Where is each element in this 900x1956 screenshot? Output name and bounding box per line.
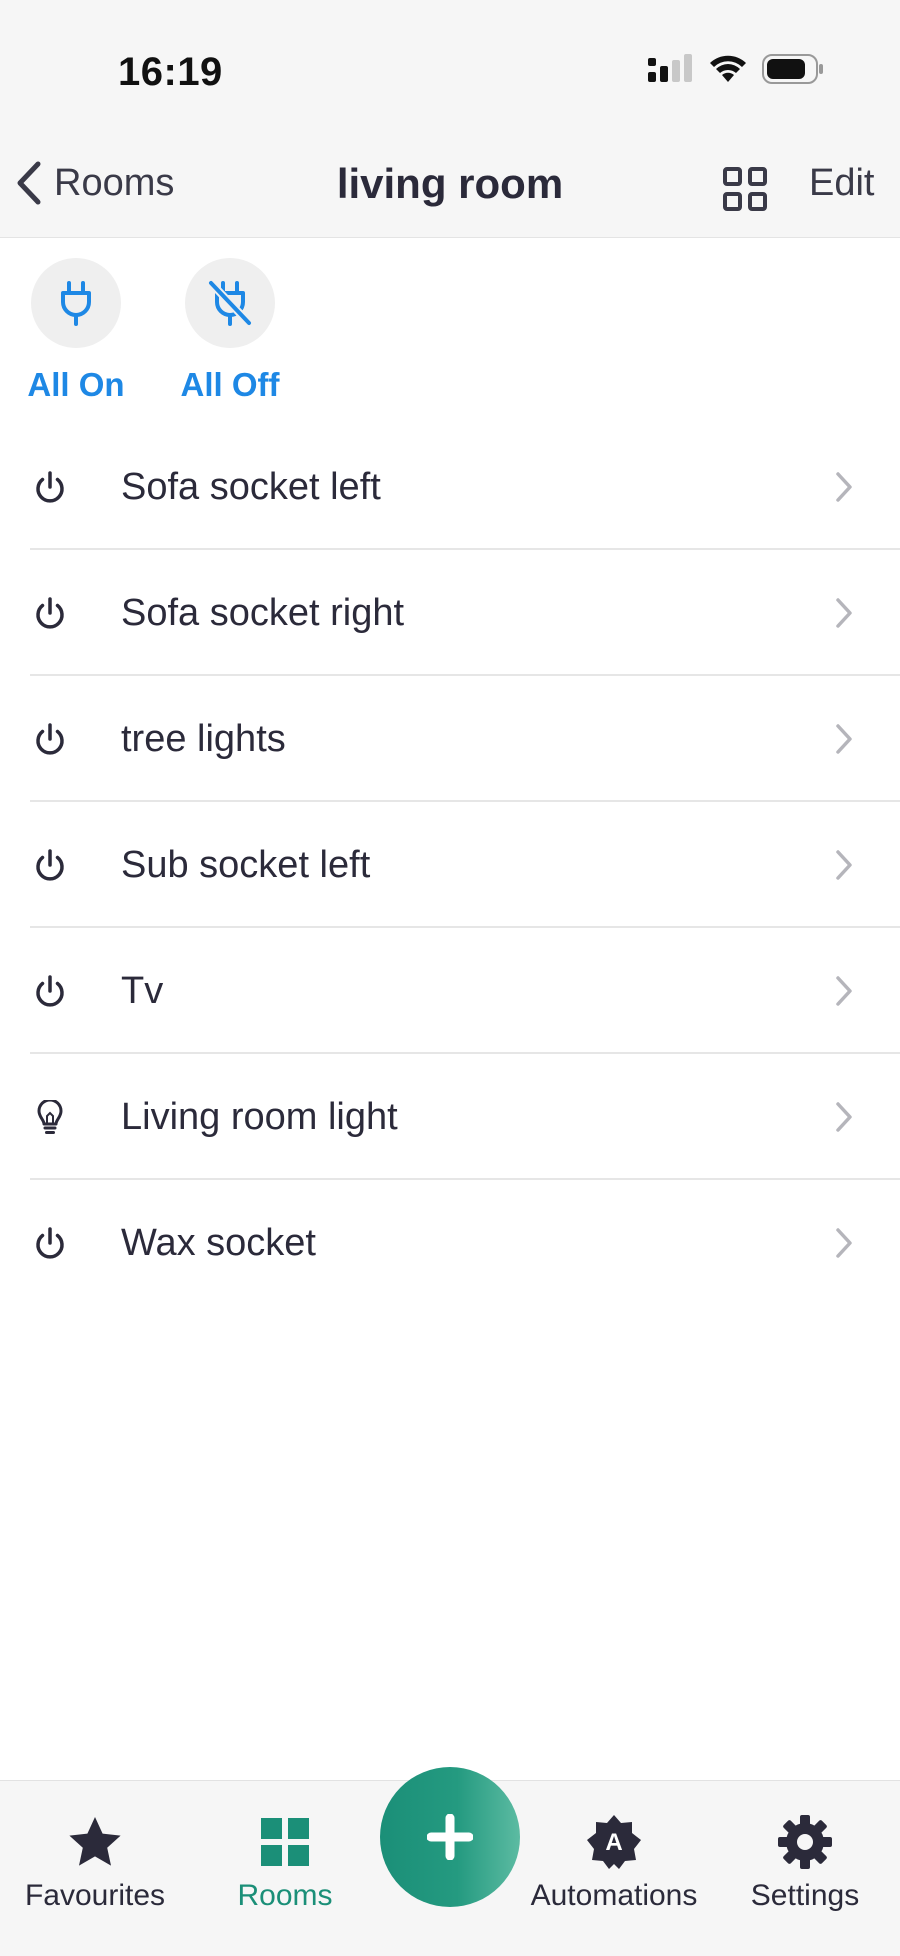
chevron-left-icon [17, 161, 41, 205]
back-label: Rooms [54, 161, 175, 204]
chevron-right-icon [836, 598, 852, 628]
gear-icon [778, 1815, 832, 1869]
battery-icon [762, 54, 823, 84]
tab-label: Favourites [24, 1879, 166, 1912]
device-row[interactable]: Tv [0, 928, 900, 1054]
plus-icon [427, 1814, 473, 1860]
all-on-label: All On [27, 366, 125, 403]
power-icon [36, 597, 64, 629]
tab-label: Automations [530, 1879, 698, 1912]
all-off-circle [185, 258, 275, 348]
chevron-right-icon [836, 1102, 852, 1132]
device-row[interactable]: Sofa socket right [0, 550, 900, 676]
automations-icon: A [587, 1815, 641, 1869]
grid-view-icon [723, 167, 767, 211]
plug-icon [61, 281, 91, 326]
power-icon [36, 849, 64, 881]
device-name: Wax socket [121, 1221, 316, 1264]
wifi-icon [710, 55, 746, 82]
status-time: 16:19 [118, 50, 223, 94]
status-icons [648, 54, 824, 84]
tab-automations[interactable]: A Automations [528, 1781, 700, 1956]
grid-view-button[interactable] [722, 166, 768, 217]
add-button[interactable] [380, 1767, 520, 1907]
power-icon [36, 723, 64, 755]
tab-rooms[interactable]: Rooms [220, 1781, 350, 1956]
power-icon [36, 1227, 64, 1259]
device-name: Sub socket left [121, 843, 371, 886]
status-bar: 16:19 [0, 0, 900, 120]
device-row[interactable]: Wax socket [0, 1180, 900, 1306]
tab-settings[interactable]: Settings [740, 1781, 870, 1956]
chevron-right-icon [836, 850, 852, 880]
chevron-right-icon [836, 976, 852, 1006]
device-name: Sofa socket right [121, 591, 405, 634]
tab-label: Settings [750, 1879, 860, 1912]
chevron-right-icon [836, 472, 852, 502]
power-icon [36, 975, 64, 1007]
device-name: Tv [121, 969, 164, 1012]
device-name: Living room light [121, 1095, 398, 1138]
back-button[interactable]: Rooms [14, 160, 174, 206]
chevron-right-icon [836, 724, 852, 754]
svg-text:A: A [605, 1829, 622, 1856]
plug-off-icon [208, 280, 252, 326]
cellular-signal-icon [648, 54, 692, 82]
tab-favourites[interactable]: Favourites [20, 1781, 170, 1956]
device-row[interactable]: Sofa socket left [0, 424, 900, 550]
device-row[interactable]: Living room light [0, 1054, 900, 1180]
all-on-circle [31, 258, 121, 348]
all-off-label: All Off [180, 366, 280, 403]
device-name: Sofa socket left [121, 465, 381, 508]
device-name: tree lights [121, 717, 286, 760]
edit-button[interactable]: Edit [809, 162, 874, 205]
nav-bar: Rooms living room Edit [0, 120, 900, 238]
tab-label: Rooms [237, 1879, 333, 1912]
device-list: Sofa socket left Sofa socket right tree … [0, 424, 900, 1306]
lightbulb-icon [37, 1100, 63, 1134]
chevron-right-icon [836, 1228, 852, 1258]
star-icon [69, 1817, 121, 1866]
device-row[interactable]: tree lights [0, 676, 900, 802]
rooms-grid-icon [261, 1818, 309, 1866]
all-on-button[interactable]: All On [16, 258, 136, 404]
power-icon [36, 471, 64, 503]
device-row[interactable]: Sub socket left [0, 802, 900, 928]
all-off-button[interactable]: All Off [170, 258, 290, 404]
